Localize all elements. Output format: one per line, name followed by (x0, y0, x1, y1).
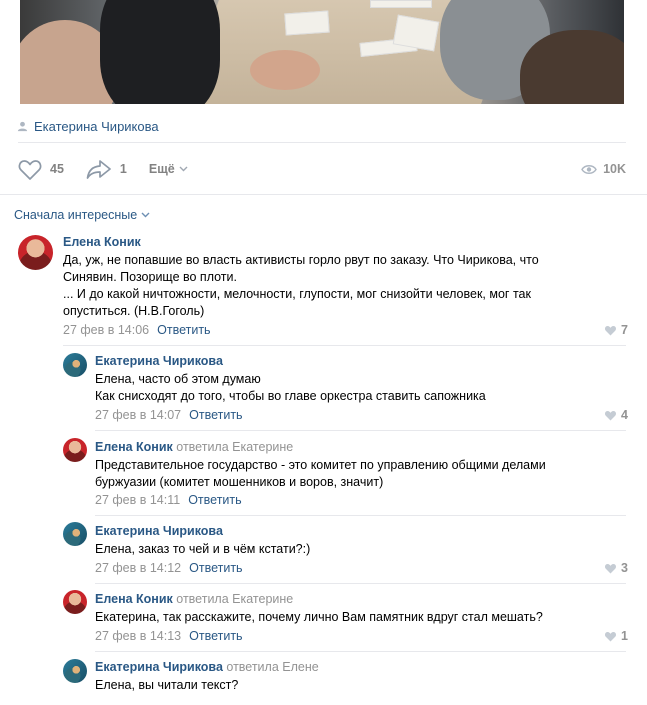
comment-author-name[interactable]: Екатерина Чирикова (95, 354, 223, 368)
comment-author[interactable]: Екатерина Чирикова (95, 524, 223, 538)
comment-author-name[interactable]: Екатерина Чирикова (95, 660, 223, 674)
avatar[interactable] (63, 353, 87, 377)
divider (95, 583, 626, 584)
divider (18, 142, 626, 143)
comment-author[interactable]: Екатерина Чирикова ответила Елене (95, 660, 319, 674)
chevron-down-icon (179, 166, 188, 172)
comment-like-count: 3 (621, 561, 628, 575)
like-button[interactable]: 45 (18, 159, 64, 180)
comment-like-button[interactable]: 7 (604, 323, 628, 337)
section-divider (0, 194, 647, 195)
comment-text-line: опуститься. (Н.В.Гоголь) (63, 304, 205, 318)
reply-to-label[interactable]: ответила Елене (226, 660, 318, 674)
person-icon (17, 121, 28, 131)
comment-author[interactable]: Екатерина Чирикова (95, 354, 223, 368)
divider (95, 430, 626, 431)
photo-paper (370, 0, 432, 8)
comment-text-line: буржуазии (комитет мошенников и воров, з… (95, 475, 384, 489)
photo-paper (284, 10, 330, 36)
comment-author[interactable]: Елена Коник (63, 235, 141, 249)
share-arrow-icon (86, 160, 111, 179)
comment-like-count: 4 (621, 408, 628, 422)
divider (63, 345, 626, 346)
share-button[interactable]: 1 (86, 159, 127, 179)
comment-like-button[interactable]: 4 (604, 408, 628, 422)
comment-text: Елена, вы читали текст? (95, 677, 625, 694)
sort-label: Сначала интересные (14, 208, 138, 222)
comment-author-name[interactable]: Елена Коник (95, 440, 173, 454)
like-count: 45 (50, 162, 64, 176)
comment-meta: 27 фев в 14:06 Ответить (63, 323, 211, 337)
reply-button[interactable]: Ответить (189, 629, 242, 643)
share-count: 1 (119, 162, 127, 176)
comment-author-name[interactable]: Елена Коник (63, 235, 141, 249)
post-photo[interactable] (20, 0, 624, 104)
comment-like-button[interactable]: 3 (604, 561, 628, 575)
comment-text-line: Как снисходят до того, чтобы во главе ор… (95, 389, 486, 403)
avatar[interactable] (63, 438, 87, 462)
avatar[interactable] (63, 522, 87, 546)
comment-date[interactable]: 27 фев в 14:12 (95, 561, 181, 575)
avatar[interactable] (63, 590, 87, 614)
avatar[interactable] (18, 235, 53, 270)
comment-date[interactable]: 27 фев в 14:06 (63, 323, 149, 337)
comment-text: Елена, часто об этом думаю Как снисходят… (95, 371, 625, 405)
comment-text-line: Да, уж, не попавшие во власть активисты … (63, 253, 539, 267)
comment-author[interactable]: Елена Коник ответила Екатерине (95, 440, 293, 454)
reply-to-label[interactable]: ответила Екатерине (176, 592, 293, 606)
comment-text-line: Синявин. Позорище во плоти. (63, 270, 237, 284)
reply-button[interactable]: Ответить (189, 408, 242, 422)
comment-text: Елена, заказ то чей и в чём кстати?:) (95, 541, 625, 558)
comment-date[interactable]: 27 фев в 14:13 (95, 629, 181, 643)
comment-like-button[interactable]: 1 (604, 629, 628, 643)
comment-meta: 27 фев в 14:07 Ответить (95, 408, 243, 422)
comments-sort-dropdown[interactable]: Сначала интересные (14, 208, 150, 222)
comment-text: Да, уж, не попавшие во власть активисты … (63, 252, 623, 320)
views-counter: 10K (581, 162, 626, 176)
comment-like-count: 1 (621, 629, 628, 643)
divider (95, 515, 626, 516)
comment-author[interactable]: Елена Коник ответила Екатерине (95, 592, 293, 606)
post-author-name[interactable]: Екатерина Чирикова (34, 119, 159, 134)
comment-author-name[interactable]: Екатерина Чирикова (95, 524, 223, 538)
post-author[interactable]: Екатерина Чирикова (17, 118, 159, 134)
comment-text: Екатерина, так расскажите, почему лично … (95, 609, 625, 626)
reply-button[interactable]: Ответить (188, 493, 241, 507)
comment-text-line: Екатерина, так расскажите, почему лично … (95, 610, 543, 624)
avatar[interactable] (63, 659, 87, 683)
heart-icon (604, 410, 617, 420)
comment-text-line: ... И до какой ничтожности, мелочности, … (63, 287, 531, 301)
heart-icon (604, 325, 617, 335)
comment-meta: 27 фев в 14:13 Ответить (95, 629, 243, 643)
comment-text-line: Елена, вы читали текст? (95, 678, 239, 692)
eye-icon (581, 164, 597, 174)
heart-icon (604, 631, 617, 641)
comment-author-name[interactable]: Елена Коник (95, 592, 173, 606)
comment-text: Представительное государство - это комит… (95, 457, 625, 491)
reply-button[interactable]: Ответить (157, 323, 210, 337)
photo-person (100, 0, 220, 104)
views-count: 10K (603, 162, 626, 176)
photo-hands (250, 50, 320, 90)
heart-icon (18, 159, 42, 180)
comment-meta: 27 фев в 14:11 Ответить (95, 493, 242, 507)
heart-icon (604, 563, 617, 573)
comment-date[interactable]: 27 фев в 14:11 (95, 493, 180, 507)
more-label: Ещё (148, 162, 175, 176)
divider (95, 651, 626, 652)
chevron-down-icon (141, 212, 150, 218)
comment-meta: 27 фев в 14:12 Ответить (95, 561, 243, 575)
comment-text-line: Представительное государство - это комит… (95, 458, 546, 472)
comment-text-line: Елена, заказ то чей и в чём кстати?:) (95, 542, 311, 556)
comment-date[interactable]: 27 фев в 14:07 (95, 408, 181, 422)
more-button[interactable]: Ещё (149, 162, 188, 176)
reply-to-label[interactable]: ответила Екатерине (176, 440, 293, 454)
post-actions: 45 1 Ещё 10K (18, 156, 626, 182)
comment-text-line: Елена, часто об этом думаю (95, 372, 261, 386)
reply-button[interactable]: Ответить (189, 561, 242, 575)
comment-like-count: 7 (621, 323, 628, 337)
